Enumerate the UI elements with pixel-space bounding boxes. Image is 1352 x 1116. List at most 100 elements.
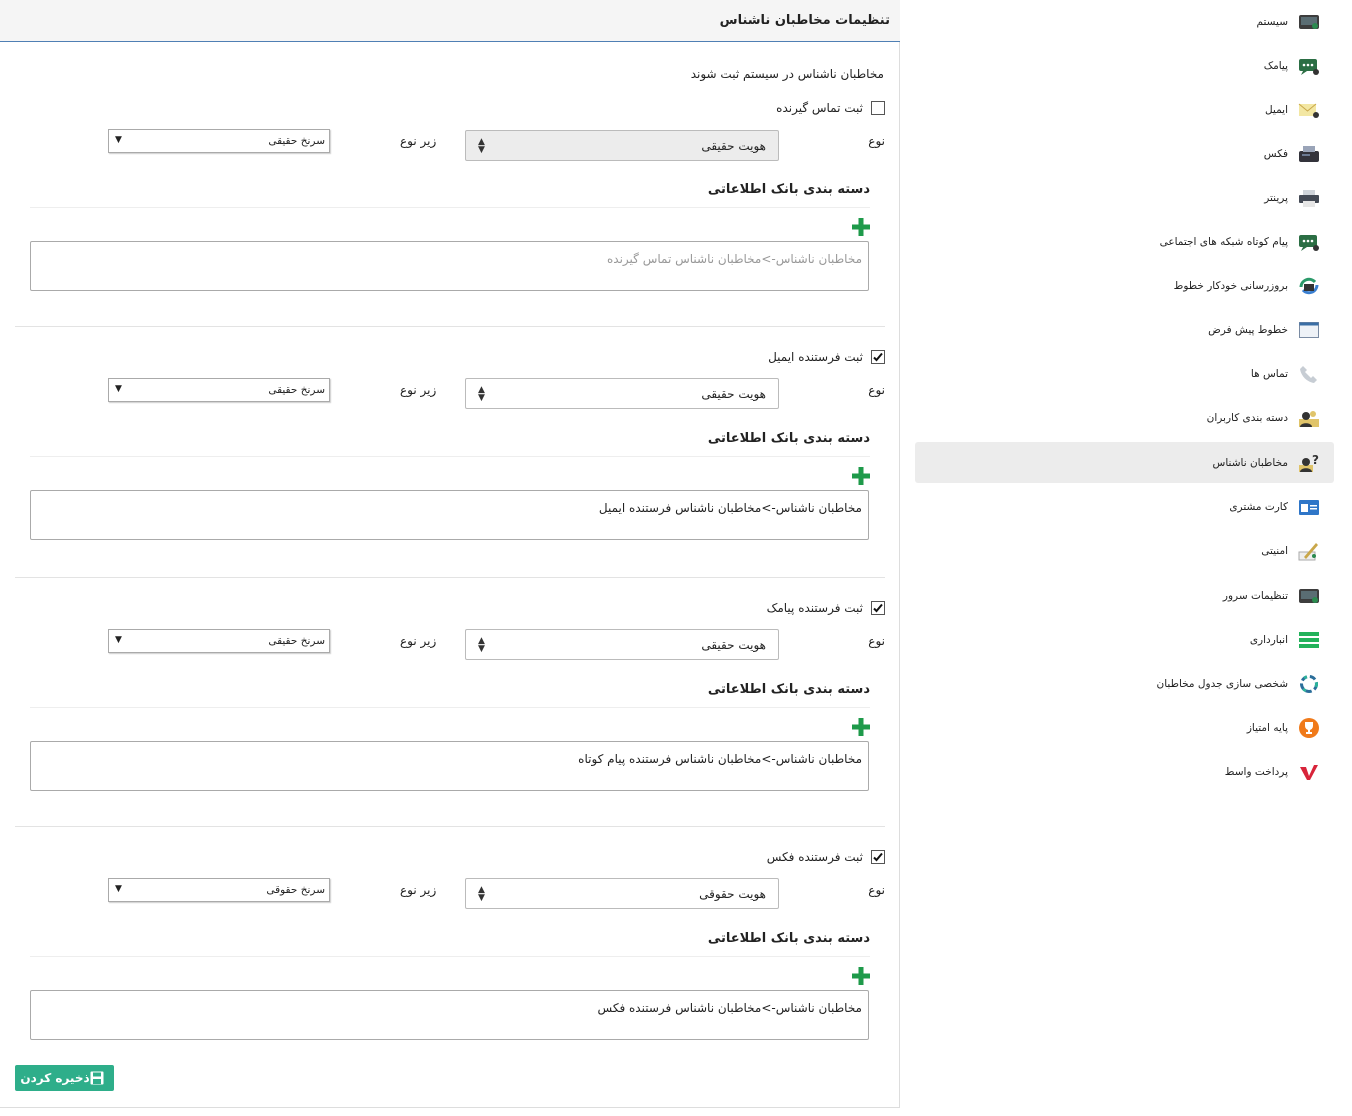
subtype-label: زیر نوع <box>400 383 437 397</box>
sort-arrows-icon: ▲ ▼ <box>478 636 485 654</box>
save-button[interactable]: ذخیره کردن <box>15 1065 114 1091</box>
type-value: هویت حقیقی <box>701 139 766 153</box>
add-plus-icon[interactable] <box>852 967 870 985</box>
divider <box>30 707 870 708</box>
checkbox-row[interactable]: ثبت فرستنده فکس <box>767 850 885 864</box>
subtype-label: زیر نوع <box>400 634 437 648</box>
sidebar-item-default-lines[interactable]: خطوط پیش فرض <box>915 309 1334 350</box>
sidebar-item-label: تماس ها <box>1250 367 1288 380</box>
checkbox-row[interactable]: ثبت فرستنده پیامک <box>767 601 885 615</box>
type-value: هویت حقیقی <box>701 638 766 652</box>
checkbox-email[interactable] <box>871 350 885 364</box>
auto-update-icon <box>1298 275 1320 297</box>
subtype-label: زیر نوع <box>400 134 437 148</box>
calls-icon <box>1298 363 1320 385</box>
fax-icon <box>1298 143 1320 165</box>
sidebar-item-label: پیام کوتاه شبکه های اجتماعی <box>1159 235 1288 248</box>
sidebar-item-unknown-contacts[interactable]: مخاطبان ناشناس ? <box>915 442 1334 483</box>
checkbox-label: ثبت فرستنده پیامک <box>766 601 863 615</box>
sidebar-item-auto-update-lines[interactable]: بروزرسانی خودکار خطوط <box>915 265 1334 306</box>
score-base-icon <box>1298 717 1320 739</box>
sidebar-item-label: انبارداری <box>1249 633 1288 646</box>
sidebar-item-label: تنظیمات سرور <box>1222 589 1288 602</box>
sidebar-item-score-base[interactable]: پایه امتیاز <box>915 707 1334 748</box>
sidebar-item-customer-card[interactable]: کارت مشتری <box>915 486 1334 527</box>
subtype-select[interactable]: سرنخ حقیقی ▼ <box>108 129 330 153</box>
sms-icon <box>1298 55 1320 77</box>
sidebar-item-label: ایمیل <box>1264 103 1288 116</box>
type-select[interactable]: هویت حقیقی ▲ ▼ <box>465 130 779 161</box>
db-category-box[interactable]: مخاطبان ناشناس->مخاطبان ناشناس فرستنده پ… <box>30 741 869 791</box>
sidebar-item-user-groups[interactable]: دسته بندی کاربران <box>915 397 1334 438</box>
unknown-contacts-icon: ? <box>1298 452 1320 474</box>
sidebar-item-warehouse[interactable]: انبارداری <box>915 619 1334 660</box>
sidebar-item-sms[interactable]: پیامک <box>915 45 1334 86</box>
checkbox-fax[interactable] <box>871 850 885 864</box>
customize-table-icon <box>1298 673 1320 695</box>
checkbox-caller[interactable] <box>871 101 885 115</box>
db-category-text: مخاطبان ناشناس->مخاطبان ناشناس فرستنده ا… <box>598 501 862 515</box>
checkbox-label: ثبت فرستنده ایمیل <box>768 350 863 364</box>
sidebar-item-email[interactable]: ایمیل <box>915 89 1334 130</box>
type-label: نوع <box>868 883 885 897</box>
type-label: نوع <box>868 634 885 648</box>
add-plus-icon[interactable] <box>852 218 870 236</box>
sidebar-item-label: دسته بندی کاربران <box>1206 411 1288 424</box>
db-category-box[interactable]: مخاطبان ناشناس->مخاطبان ناشناس تماس گیرن… <box>30 241 869 291</box>
sidebar-item-label: امنیتی <box>1261 544 1288 557</box>
checkbox-sms[interactable] <box>871 601 885 615</box>
db-category-box[interactable]: مخاطبان ناشناس->مخاطبان ناشناس فرستنده ا… <box>30 490 869 540</box>
type-select[interactable]: هویت حقیقی ▲ ▼ <box>465 378 779 409</box>
type-label: نوع <box>868 134 885 148</box>
sidebar-item-label: سیستم <box>1256 15 1289 28</box>
chevron-down-icon: ▼ <box>115 635 122 645</box>
svg-text:?: ? <box>1312 453 1319 467</box>
subtype-label: زیر نوع <box>400 883 437 897</box>
sidebar-item-fax[interactable]: فکس <box>915 133 1334 174</box>
type-value: هویت حقوقی <box>699 887 766 901</box>
sidebar-item-server-settings[interactable]: تنظیمات سرور <box>915 575 1334 616</box>
sidebar-item-customize-contacts-table[interactable]: شخصی سازی جدول مخاطبان <box>915 663 1334 704</box>
db-category-box[interactable]: مخاطبان ناشناس->مخاطبان ناشناس فرستنده ف… <box>30 990 869 1040</box>
divider <box>30 956 870 957</box>
add-plus-icon[interactable] <box>852 467 870 485</box>
floppy-disk-icon <box>90 1071 104 1085</box>
sidebar-item-printer[interactable]: پرینتر <box>915 177 1334 218</box>
user-groups-icon <box>1298 407 1320 429</box>
subtype-select[interactable]: سرنخ حقیقی ▼ <box>108 378 330 402</box>
divider <box>30 456 870 457</box>
email-icon <box>1298 99 1320 121</box>
checkbox-label: ثبت تماس گیرنده <box>776 101 863 115</box>
section-separator <box>15 577 885 578</box>
sidebar-item-payment-gateway[interactable]: پرداخت واسط <box>915 751 1334 792</box>
sidebar-item-system[interactable]: سیستم <box>915 1 1334 42</box>
settings-sidebar: سیستم پیامک ایمیل فکس پرینتر پیام کوتاه … <box>900 0 1352 1116</box>
checkbox-label: ثبت فرستنده فکس <box>766 850 863 864</box>
divider <box>30 207 870 208</box>
subtype-select[interactable]: سرنخ حقیقی ▼ <box>108 629 330 653</box>
section-sms: ثبت فرستنده پیامک نوع هویت حقیقی ▲ ▼ زیر … <box>0 601 900 831</box>
chevron-down-icon: ▼ <box>115 384 122 394</box>
section-email: ثبت فرستنده ایمیل نوع هویت حقیقی ▲ ▼ زیر … <box>0 350 900 580</box>
section-separator <box>15 826 885 827</box>
db-category-text: مخاطبان ناشناس->مخاطبان ناشناس تماس گیرن… <box>607 252 862 266</box>
subtype-value: سرنخ حقیقی <box>268 635 325 647</box>
sidebar-item-security[interactable]: امنیتی <box>915 530 1334 571</box>
printer-icon <box>1298 187 1320 209</box>
checkbox-row[interactable]: ثبت تماس گیرنده <box>776 101 885 115</box>
sidebar-item-label: شخصی سازی جدول مخاطبان <box>1156 677 1288 690</box>
sidebar-item-label: پایه امتیاز <box>1246 721 1288 734</box>
db-category-text: مخاطبان ناشناس->مخاطبان ناشناس فرستنده پ… <box>578 752 862 766</box>
type-value: هویت حقیقی <box>701 387 766 401</box>
customer-card-icon <box>1298 496 1320 518</box>
payment-gateway-icon <box>1298 761 1320 783</box>
sidebar-item-social-sms[interactable]: پیام کوتاه شبکه های اجتماعی <box>915 221 1334 262</box>
sort-arrows-icon: ▲ ▼ <box>478 137 485 155</box>
add-plus-icon[interactable] <box>852 718 870 736</box>
type-select[interactable]: هویت حقیقی ▲ ▼ <box>465 629 779 660</box>
panel-header: تنظیمات مخاطبان ناشناس <box>0 0 900 42</box>
type-select[interactable]: هویت حقوقی ▲ ▼ <box>465 878 779 909</box>
sidebar-item-calls[interactable]: تماس ها <box>915 353 1334 394</box>
checkbox-row[interactable]: ثبت فرستنده ایمیل <box>768 350 885 364</box>
subtype-select[interactable]: سرنخ حقوقی ▼ <box>108 878 330 902</box>
